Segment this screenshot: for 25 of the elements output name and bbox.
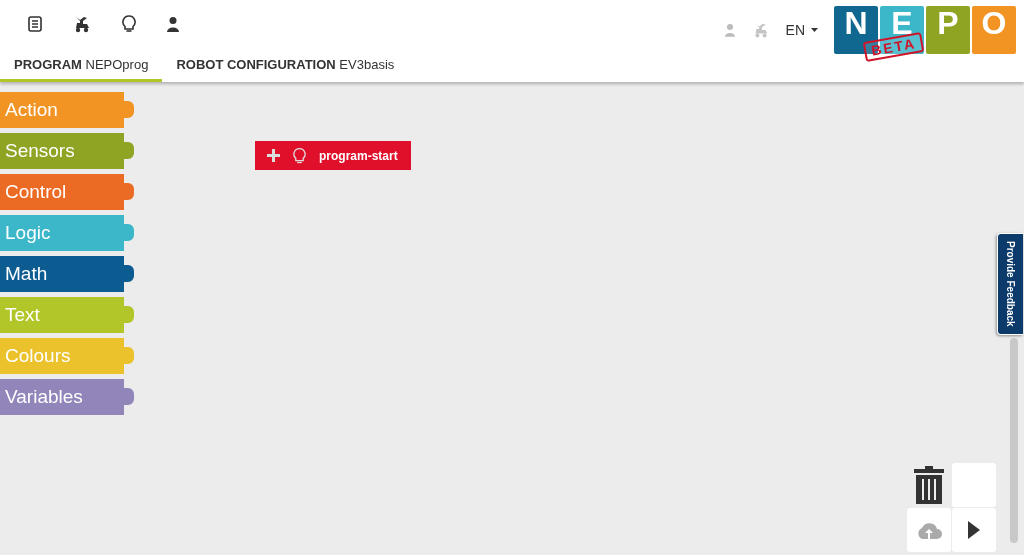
- category-block[interactable]: Logic: [0, 215, 134, 251]
- scrollbar[interactable]: [1010, 338, 1018, 543]
- document-icon[interactable]: [28, 16, 42, 32]
- play-icon: [968, 521, 980, 539]
- category-block[interactable]: Variables: [0, 379, 134, 415]
- program-start-block[interactable]: program-start: [255, 141, 411, 170]
- caret-icon: [811, 28, 818, 32]
- category-block[interactable]: Colours: [0, 338, 134, 374]
- logo-letter: O: [981, 7, 1007, 39]
- run-button[interactable]: [952, 508, 996, 552]
- language-dropdown[interactable]: EN: [785, 22, 818, 38]
- lightbulb-icon[interactable]: [122, 15, 136, 33]
- lightbulb-icon: [293, 146, 306, 165]
- feedback-tab[interactable]: Provide Feedback: [997, 233, 1023, 335]
- plus-icon[interactable]: [267, 149, 280, 162]
- trash-icon[interactable]: [913, 466, 945, 504]
- category-block[interactable]: Text: [0, 297, 134, 333]
- category-block[interactable]: Action: [0, 92, 134, 128]
- user-icon[interactable]: [166, 16, 180, 32]
- category-block[interactable]: Math: [0, 256, 134, 292]
- category-block[interactable]: Sensors: [0, 133, 134, 169]
- logo-letter: P: [937, 7, 959, 39]
- cloud-upload-icon: [916, 521, 942, 539]
- tab[interactable]: ROBOT CONFIGURATION EV3basis: [162, 57, 409, 82]
- category-block[interactable]: Control: [0, 174, 134, 210]
